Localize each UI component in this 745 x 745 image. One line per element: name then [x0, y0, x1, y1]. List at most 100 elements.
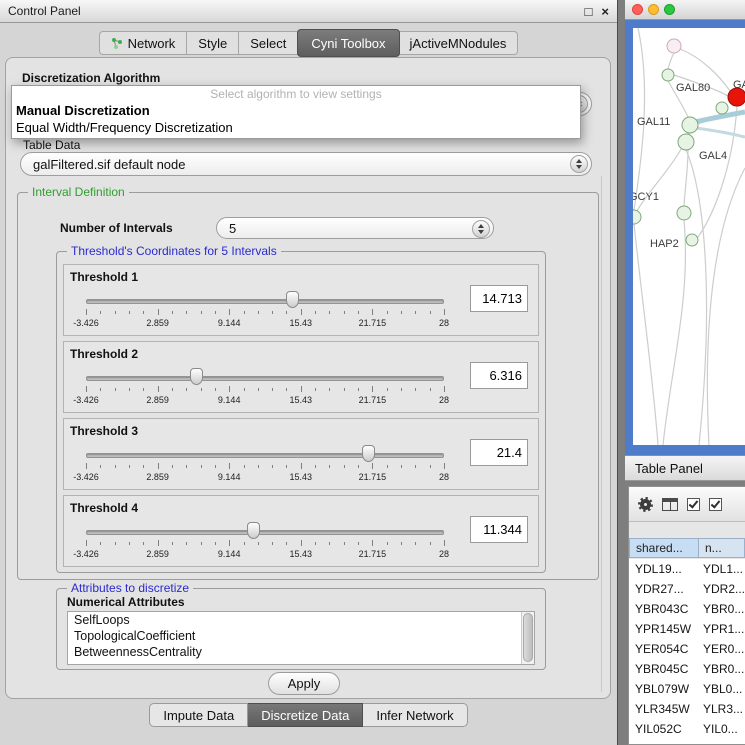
- network-view-window: GAL80 GA GAL11 GAL4 GCY1 HAP2: [625, 0, 745, 455]
- table-row[interactable]: YLR345W YLR3...: [629, 699, 745, 719]
- attributes-to-discretize-group: Attributes to discretize Numerical Attri…: [56, 588, 546, 670]
- threshold-1-slider[interactable]: -3.4262.8599.14415.4321.71528: [86, 289, 444, 333]
- slider-track[interactable]: [86, 453, 444, 458]
- table-row[interactable]: YBR045C YBR0...: [629, 659, 745, 679]
- cell-name[interactable]: YBR0...: [699, 662, 745, 676]
- network-node[interactable]: [716, 102, 728, 114]
- cell-shared-name[interactable]: YDL19...: [629, 562, 699, 576]
- tab-impute-data[interactable]: Impute Data: [149, 703, 248, 727]
- table-data-combobox-value: galFiltered.sif default node: [33, 157, 185, 172]
- gear-icon[interactable]: [638, 497, 653, 512]
- tab-select[interactable]: Select: [239, 31, 298, 55]
- column-header-name[interactable]: n...: [699, 538, 745, 558]
- network-node[interactable]: [633, 210, 641, 224]
- attribute-list-item[interactable]: BetweennessCentrality: [68, 644, 534, 660]
- slider-thumb[interactable]: [247, 522, 260, 539]
- cell-shared-name[interactable]: YBR045C: [629, 662, 699, 676]
- threshold-3-slider[interactable]: -3.4262.8599.14415.4321.71528: [86, 443, 444, 487]
- slider-track[interactable]: [86, 530, 444, 535]
- zoom-traffic-light-icon[interactable]: [664, 4, 675, 15]
- slider-track[interactable]: [86, 376, 444, 381]
- apply-button[interactable]: Apply: [268, 672, 340, 695]
- slider-track[interactable]: [86, 299, 444, 304]
- table-row[interactable]: YBR043C YBR0...: [629, 599, 745, 619]
- list-scrollbar[interactable]: [521, 612, 534, 664]
- list-scrollbar-thumb[interactable]: [523, 613, 533, 662]
- minimize-traffic-light-icon[interactable]: [648, 4, 659, 15]
- tab-jactivemnodules[interactable]: jActiveMNodules: [399, 31, 519, 55]
- column-header-shared-name[interactable]: shared...: [629, 538, 699, 558]
- threshold-1-value-field[interactable]: 14.713: [470, 285, 528, 312]
- cell-name[interactable]: YDL1...: [699, 562, 745, 576]
- cell-shared-name[interactable]: YPR145W: [629, 622, 699, 636]
- slider-thumb[interactable]: [362, 445, 375, 462]
- number-of-intervals-combobox[interactable]: 5: [216, 217, 494, 239]
- network-node[interactable]: [686, 234, 698, 246]
- table-rows: YDL19... YDL1... YDR27... YDR2... YBR043…: [629, 559, 745, 744]
- network-node[interactable]: [678, 134, 694, 150]
- window-restore-icon[interactable]: □: [585, 5, 593, 18]
- dropdown-option-equal-width[interactable]: Equal Width/Frequency Discretization: [12, 119, 580, 136]
- tab-style[interactable]: Style: [187, 31, 239, 55]
- close-traffic-light-icon[interactable]: [632, 4, 643, 15]
- cell-name[interactable]: YER0...: [699, 642, 745, 656]
- tab-discretize-data[interactable]: Discretize Data: [248, 703, 363, 727]
- cell-shared-name[interactable]: YIL052C: [629, 722, 699, 736]
- cell-name[interactable]: YDR2...: [699, 582, 745, 596]
- threshold-3-value-field[interactable]: 21.4: [470, 439, 528, 466]
- table-data-combobox[interactable]: galFiltered.sif default node: [20, 152, 592, 176]
- table-row[interactable]: YBL079W YBL0...: [629, 679, 745, 699]
- select-column-checkbox-icon[interactable]: [709, 498, 722, 511]
- network-canvas[interactable]: GAL80 GA GAL11 GAL4 GCY1 HAP2: [633, 28, 745, 445]
- threshold-2-slider[interactable]: -3.4262.8599.14415.4321.71528: [86, 366, 444, 410]
- cell-shared-name[interactable]: YBR043C: [629, 602, 699, 616]
- network-node[interactable]: [667, 39, 681, 53]
- attribute-list-item[interactable]: TopologicalCoefficient: [68, 628, 534, 644]
- cell-shared-name[interactable]: YBL079W: [629, 682, 699, 696]
- tab-label: Network: [128, 36, 176, 51]
- stepper-icon[interactable]: [570, 155, 588, 173]
- network-node[interactable]: [662, 69, 674, 81]
- tab-label: Style: [198, 36, 227, 51]
- cell-shared-name[interactable]: YLR345W: [629, 702, 699, 716]
- node-label: GAL80: [676, 82, 710, 94]
- select-all-checkbox-icon[interactable]: [687, 498, 700, 511]
- columns-icon[interactable]: [662, 498, 678, 511]
- cell-shared-name[interactable]: YER054C: [629, 642, 699, 656]
- interval-definition-group: Interval Definition Number of Intervals …: [17, 192, 599, 580]
- threshold-4-slider[interactable]: -3.4262.8599.14415.4321.71528: [86, 520, 444, 564]
- table-panel-titlebar[interactable]: Table Panel: [625, 455, 745, 481]
- tab-network[interactable]: Network: [99, 31, 188, 55]
- cell-name[interactable]: YBL0...: [699, 682, 745, 696]
- network-node[interactable]: [682, 117, 698, 133]
- dropdown-option-manual-discretization[interactable]: Manual Discretization: [12, 102, 580, 119]
- table-row[interactable]: YDL19... YDL1...: [629, 559, 745, 579]
- slider-ticks: [86, 463, 444, 470]
- cell-shared-name[interactable]: YDR27...: [629, 582, 699, 596]
- table-row[interactable]: YPR145W YPR1...: [629, 619, 745, 639]
- tab-infer-network[interactable]: Infer Network: [363, 703, 467, 727]
- number-of-intervals-label: Number of Intervals: [60, 221, 173, 235]
- window-close-icon[interactable]: ×: [601, 5, 609, 18]
- table-row[interactable]: YDR27... YDR2...: [629, 579, 745, 599]
- threshold-2-label: Threshold 2: [70, 347, 138, 361]
- slider-thumb[interactable]: [190, 368, 203, 385]
- cell-name[interactable]: YBR0...: [699, 602, 745, 616]
- table-row[interactable]: YIL052C YIL0...: [629, 719, 745, 739]
- dropdown-placeholder: Select algorithm to view settings: [12, 86, 580, 102]
- attribute-list-item[interactable]: SelfLoops: [68, 612, 534, 628]
- cell-name[interactable]: YIL0...: [699, 722, 745, 736]
- tab-cyni-toolbox[interactable]: Cyni Toolbox: [297, 29, 399, 57]
- threshold-2-value-field[interactable]: 6.316: [470, 362, 528, 389]
- network-node[interactable]: [677, 206, 691, 220]
- slider-thumb[interactable]: [286, 291, 299, 308]
- stepper-icon[interactable]: [472, 220, 490, 238]
- table-row[interactable]: YER054C YER0...: [629, 639, 745, 659]
- network-window-titlebar[interactable]: [625, 0, 745, 20]
- threshold-4-value-field[interactable]: 11.344: [470, 516, 528, 543]
- cell-name[interactable]: YPR1...: [699, 622, 745, 636]
- cell-name[interactable]: YLR3...: [699, 702, 745, 716]
- threshold-4-group: Threshold 4 -3.4262.8599.14415.4321.7152…: [63, 495, 539, 567]
- slider-ticks: [86, 386, 444, 393]
- control-panel-titlebar[interactable]: Control Panel □ ×: [0, 0, 617, 23]
